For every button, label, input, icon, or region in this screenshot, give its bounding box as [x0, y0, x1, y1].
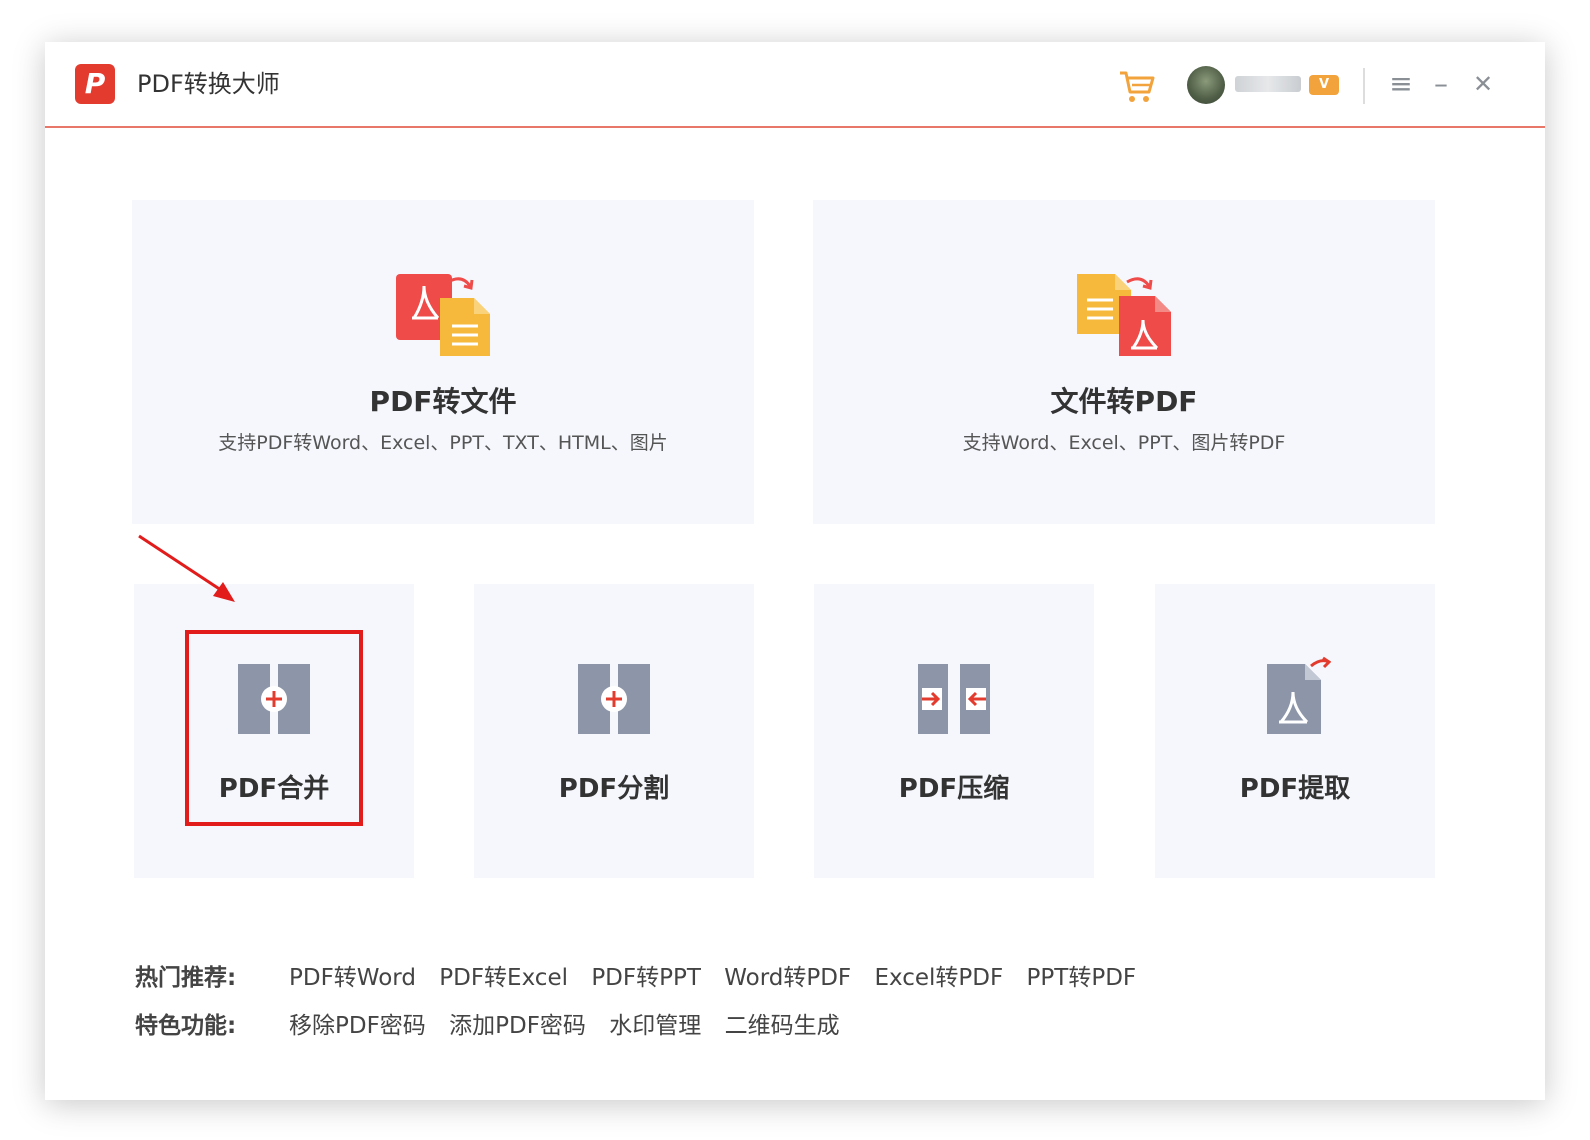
- hot-recommend-label: 热门推荐:: [135, 965, 237, 991]
- menu-icon[interactable]: ≡: [1383, 66, 1419, 102]
- app-logo-icon: P: [75, 64, 115, 104]
- features-label: 特色功能:: [135, 1013, 237, 1039]
- vip-badge-icon: V: [1309, 75, 1339, 95]
- extract-icon: [1267, 656, 1331, 734]
- card-pdf-compress[interactable]: PDF压缩: [814, 584, 1094, 878]
- link-word-to-pdf[interactable]: Word转PDF: [724, 965, 851, 991]
- card-title: PDF转文件: [369, 385, 517, 418]
- app-title: PDF转换大师: [137, 70, 280, 98]
- close-icon[interactable]: ✕: [1465, 66, 1501, 102]
- cart-icon[interactable]: [1117, 66, 1157, 106]
- link-pdf-to-excel[interactable]: PDF转Excel: [439, 965, 568, 991]
- card-title: PDF提取: [1239, 774, 1351, 804]
- card-pdf-to-file[interactable]: PDF转文件 支持PDF转Word、Excel、PPT、TXT、HTML、图片: [132, 200, 754, 524]
- card-title: 文件转PDF: [1050, 385, 1198, 418]
- card-title: PDF压缩: [898, 774, 1010, 804]
- card-file-to-pdf[interactable]: 文件转PDF 支持Word、Excel、PPT、图片转PDF: [813, 200, 1435, 524]
- link-pdf-to-word[interactable]: PDF转Word: [289, 965, 416, 991]
- link-ppt-to-pdf[interactable]: PPT转PDF: [1027, 965, 1137, 991]
- hot-recommend-links: PDF转Word PDF转Excel PDF转PPT Word转PDF Exce…: [289, 958, 1152, 992]
- pdf-to-file-icon: [396, 274, 490, 356]
- card-title: PDF分割: [558, 774, 670, 804]
- features-links: 移除PDF密码 添加PDF密码 水印管理 二维码生成: [289, 1006, 856, 1040]
- card-pdf-split[interactable]: PDF分割: [474, 584, 754, 878]
- link-excel-to-pdf[interactable]: Excel转PDF: [874, 965, 1003, 991]
- minimize-icon[interactable]: –: [1423, 66, 1459, 102]
- compress-icon: [918, 664, 990, 734]
- split-icon: [578, 664, 650, 734]
- title-bar: P PDF转换大师 V ≡ – ✕: [45, 42, 1545, 128]
- card-pdf-extract[interactable]: PDF提取: [1155, 584, 1435, 878]
- username-blurred[interactable]: [1235, 76, 1301, 92]
- annotation-highlight-box: [185, 630, 363, 826]
- card-description: 支持Word、Excel、PPT、图片转PDF: [962, 432, 1286, 454]
- link-pdf-to-ppt[interactable]: PDF转PPT: [591, 965, 701, 991]
- annotation-arrow-icon: [138, 534, 235, 602]
- link-watermark-manage[interactable]: 水印管理: [609, 1013, 701, 1039]
- link-qrcode-generate[interactable]: 二维码生成: [725, 1013, 840, 1039]
- app-window: P PDF转换大师 V ≡ – ✕ PDF转文件 支持PDF转Word、Exce…: [45, 42, 1545, 1100]
- user-avatar[interactable]: [1187, 66, 1225, 104]
- card-description: 支持PDF转Word、Excel、PPT、TXT、HTML、图片: [218, 432, 668, 454]
- file-to-pdf-icon: [1077, 274, 1171, 356]
- link-add-pdf-password[interactable]: 添加PDF密码: [449, 1013, 586, 1039]
- link-remove-pdf-password[interactable]: 移除PDF密码: [289, 1013, 426, 1039]
- titlebar-divider: [1363, 68, 1365, 104]
